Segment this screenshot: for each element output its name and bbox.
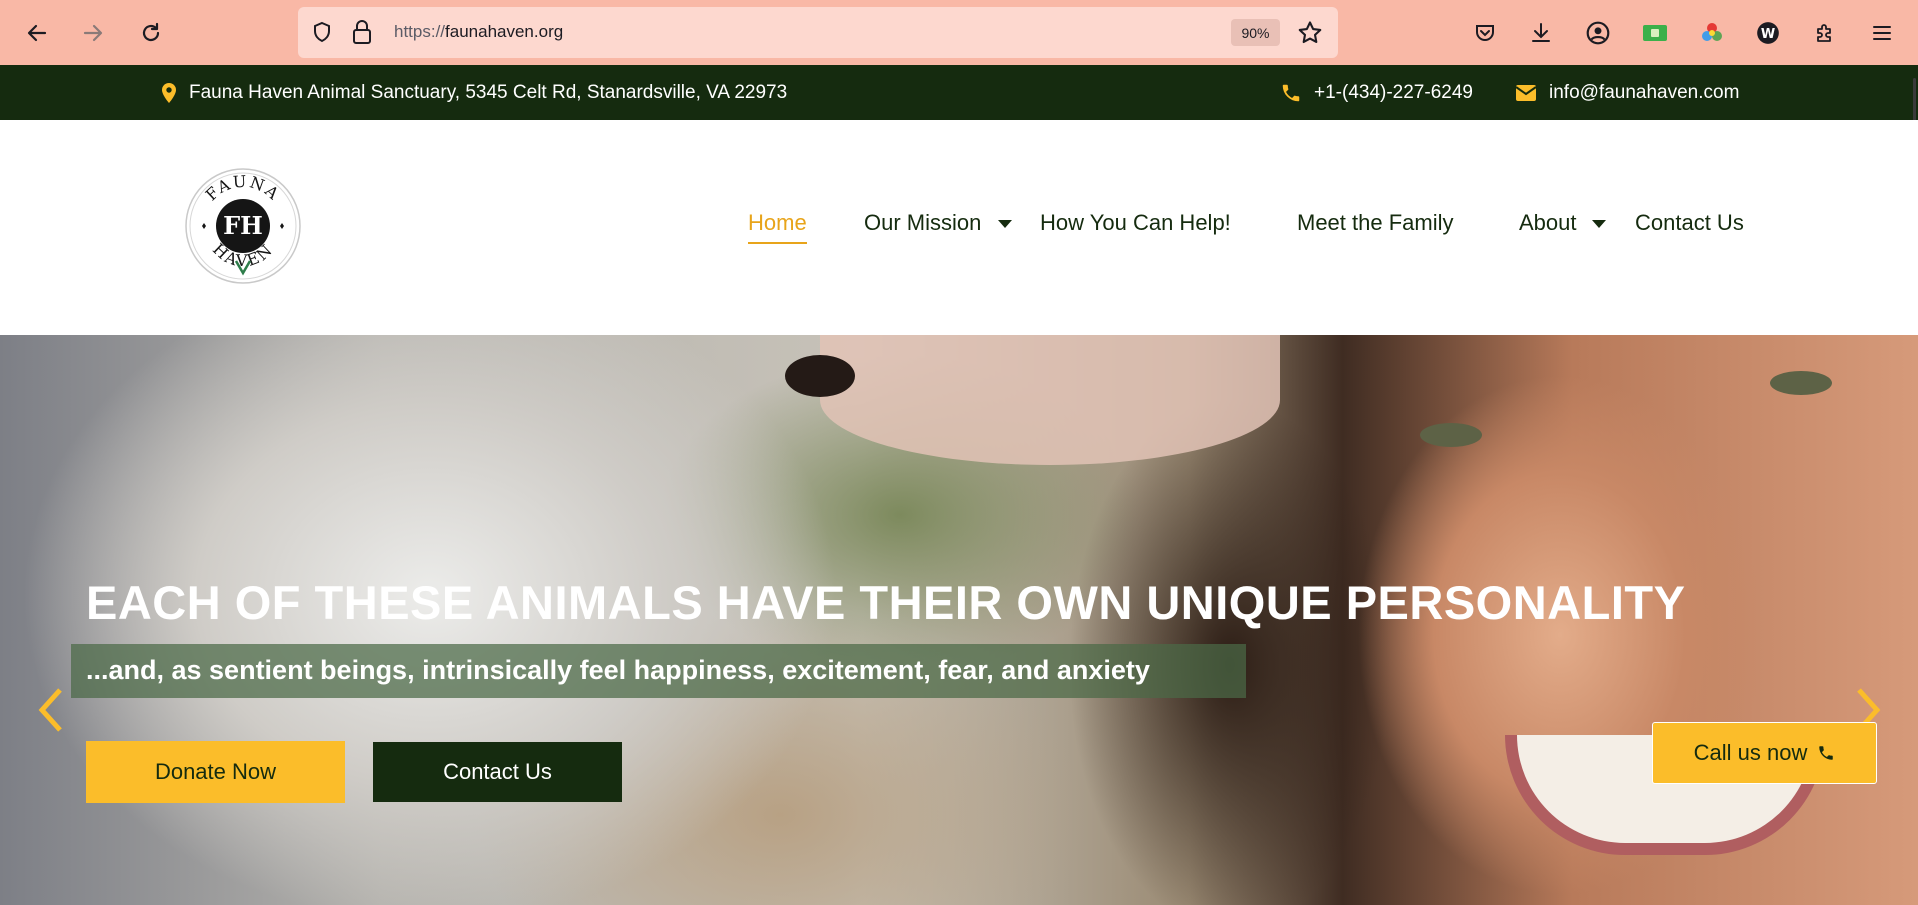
download-icon (1532, 23, 1550, 42)
active-underline (748, 242, 807, 244)
phone-icon (1282, 84, 1300, 101)
downloads-button[interactable] (1522, 14, 1560, 52)
phone-link[interactable]: +1-(434)-227-6249 (1280, 65, 1473, 120)
chevron-left-icon (38, 688, 62, 732)
wordpress-icon: W (1757, 22, 1779, 44)
main-navigation: Home Our Mission How You Can Help! Meet … (0, 210, 1918, 250)
nav-label-about: About (1519, 210, 1577, 235)
pocket-icon (1476, 25, 1494, 41)
about-dropdown-caret-icon[interactable] (1592, 220, 1606, 228)
top-info-bar: Fauna Haven Animal Sanctuary, 5345 Celt … (0, 65, 1918, 120)
reload-button[interactable] (132, 14, 170, 52)
hero-photo-lamb-eye (785, 355, 855, 397)
svg-text:W: W (1761, 27, 1775, 42)
color-wheel-icon (1702, 23, 1722, 41)
slider-prev-button[interactable] (34, 685, 68, 735)
call-us-now-button[interactable]: Call us now (1652, 722, 1877, 784)
lock-icon[interactable] (351, 19, 373, 45)
hamburger-menu-icon (1873, 26, 1891, 40)
hero-title: EACH OF THESE ANIMALS HAVE THEIR OWN UNI… (86, 576, 1686, 629)
nav-label-how-you-can-help: How You Can Help! (1040, 210, 1231, 235)
nav-item-about[interactable]: About (1519, 210, 1577, 236)
site-header: FAUNA HAVEN FH Home Our Mission How You … (0, 120, 1918, 335)
phone-icon (1819, 746, 1834, 760)
donate-now-button[interactable]: Donate Now (86, 741, 345, 803)
account-button[interactable] (1579, 14, 1617, 52)
pocket-button[interactable] (1466, 14, 1504, 52)
our-mission-dropdown-caret-icon[interactable] (998, 220, 1012, 228)
address-item: Fauna Haven Animal Sanctuary, 5345 Celt … (161, 65, 787, 120)
hero-slider: EACH OF THESE ANIMALS HAVE THEIR OWN UNI… (0, 335, 1918, 905)
donate-now-label: Donate Now (154, 759, 277, 784)
envelope-icon (1515, 84, 1537, 101)
puzzle-icon (1817, 24, 1831, 42)
nav-label-home: Home (748, 210, 807, 235)
wordpress-extension-button[interactable]: W (1749, 14, 1787, 52)
reload-icon (142, 22, 160, 42)
shield-icon[interactable] (310, 20, 334, 44)
url-domain: faunahaven.org (445, 22, 564, 41)
hero-photo-woman-eye (1420, 423, 1482, 447)
address-text: Fauna Haven Animal Sanctuary, 5345 Celt … (189, 81, 788, 103)
hero-subtitle: ...and, as sentient beings, intrinsicall… (86, 655, 1150, 685)
back-arrow-icon (27, 24, 47, 42)
forward-button[interactable] (74, 14, 112, 52)
nav-item-home[interactable]: Home (748, 210, 807, 244)
bookmark-star-icon[interactable] (1296, 19, 1324, 47)
account-icon (1586, 21, 1610, 45)
phone-text: +1-(434)-227-6249 (1314, 81, 1473, 103)
back-button[interactable] (18, 14, 56, 52)
hero-photo-lamb-ear (820, 335, 1280, 465)
hero-contact-us-label: Contact Us (443, 759, 552, 784)
extension-green-button[interactable] (1636, 14, 1674, 52)
nav-label-our-mission: Our Mission (864, 210, 982, 235)
email-text: info@faunahaven.com (1549, 81, 1740, 103)
extensions-button[interactable] (1806, 14, 1844, 52)
hero-contact-us-button[interactable]: Contact Us (373, 742, 622, 802)
browser-toolbar: https://faunahaven.org 90% W (0, 0, 1918, 65)
menu-button[interactable] (1863, 14, 1901, 52)
url-protocol: https:// (394, 22, 446, 41)
call-us-now-label: Call us now (1693, 740, 1808, 765)
nav-item-meet-the-family[interactable]: Meet the Family (1297, 210, 1454, 236)
email-link[interactable]: info@faunahaven.com (1515, 65, 1739, 120)
map-pin-icon (162, 82, 176, 103)
nav-label-meet-the-family: Meet the Family (1297, 210, 1454, 235)
url-text[interactable]: https://faunahaven.org (394, 22, 563, 42)
forward-arrow-icon (83, 24, 103, 42)
hero-photo-woman-eye (1770, 371, 1832, 395)
green-extension-icon (1643, 25, 1667, 41)
nav-item-how-you-can-help[interactable]: How You Can Help! (1040, 210, 1231, 236)
color-picker-button[interactable] (1693, 14, 1731, 52)
nav-item-our-mission[interactable]: Our Mission (864, 210, 981, 236)
nav-label-contact-us: Contact Us (1635, 210, 1744, 235)
zoom-level-badge[interactable]: 90% (1231, 19, 1280, 46)
address-bar[interactable]: https://faunahaven.org 90% (298, 7, 1338, 58)
nav-item-contact-us[interactable]: Contact Us (1635, 210, 1744, 236)
